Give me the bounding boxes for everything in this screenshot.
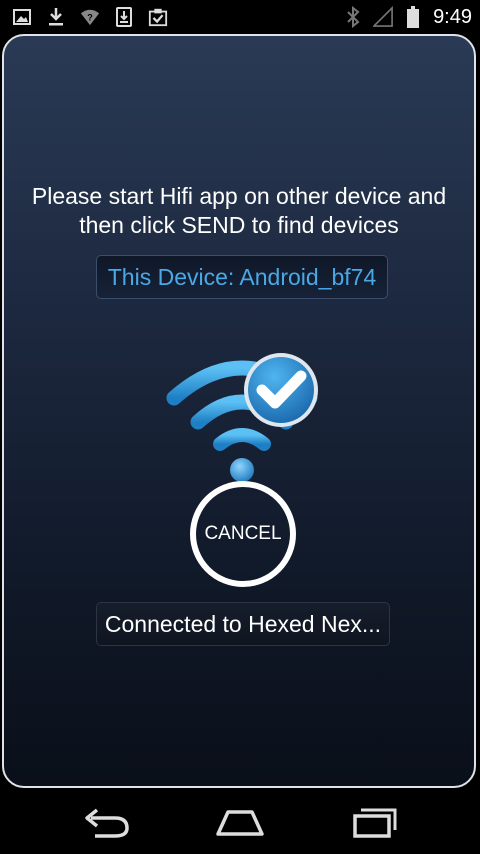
clock: 9:49 [433, 6, 472, 28]
download-icon [49, 8, 63, 26]
home-icon[interactable] [210, 804, 270, 840]
dialog-card: Please start Hifi app on other device an… [2, 34, 476, 788]
clipboard-check-icon [148, 8, 168, 27]
notification-icons: ? [12, 6, 168, 28]
battery-icon [407, 6, 420, 28]
instruction-line-1: Please start Hifi app on other device an… [31, 183, 447, 209]
connection-status: Connected to Hexed Nex... [96, 602, 390, 646]
svg-text:?: ? [87, 13, 93, 23]
signal-icon [373, 6, 393, 27]
wifi-check-icon [166, 353, 318, 482]
recent-apps-icon[interactable] [345, 804, 405, 840]
sim-download-icon [116, 7, 132, 27]
navigation-bar [0, 790, 480, 854]
status-bar: ? 9:49 [0, 0, 480, 34]
image-icon [13, 9, 31, 25]
bluetooth-icon [347, 6, 360, 28]
wifi-question-icon: ? [80, 9, 100, 26]
instruction-text: Please start Hifi app on other device an… [4, 182, 474, 240]
system-icons: 9:49 [343, 4, 472, 30]
back-icon[interactable] [75, 804, 135, 840]
device-name-label: This Device: Android_bf74 [96, 255, 388, 299]
cancel-button[interactable]: CANCEL [190, 481, 296, 587]
instruction-line-2: then click SEND to find devices [79, 212, 399, 238]
